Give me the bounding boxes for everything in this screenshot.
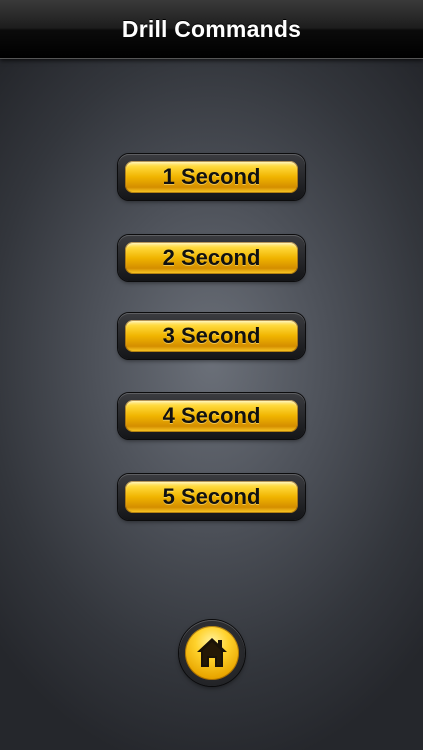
button-face: 2 Second bbox=[125, 242, 298, 274]
home-icon bbox=[197, 638, 227, 667]
button-label: 1 Second bbox=[162, 164, 261, 189]
home-button-face bbox=[185, 626, 239, 680]
five-second-button[interactable]: 5 Second bbox=[118, 474, 305, 520]
button-label: 2 Second bbox=[162, 245, 261, 270]
four-second-button[interactable]: 4 Second bbox=[118, 393, 305, 439]
button-face: 1 Second bbox=[125, 161, 298, 193]
one-second-button[interactable]: 1 Second bbox=[118, 154, 305, 200]
button-label: 4 Second bbox=[162, 403, 261, 428]
page-title: Drill Commands bbox=[121, 16, 302, 42]
button-face: 3 Second bbox=[125, 320, 298, 352]
navigation-bar: Drill Commands bbox=[0, 0, 423, 59]
home-button[interactable] bbox=[179, 620, 245, 686]
button-label: 3 Second bbox=[162, 323, 261, 348]
screen: Drill Commands 1 Second 2 Second 3 Secon… bbox=[0, 0, 423, 750]
button-face: 5 Second bbox=[125, 481, 298, 513]
three-second-button[interactable]: 3 Second bbox=[118, 313, 305, 359]
button-face: 4 Second bbox=[125, 400, 298, 432]
two-second-button[interactable]: 2 Second bbox=[118, 235, 305, 281]
button-label: 5 Second bbox=[162, 484, 261, 509]
